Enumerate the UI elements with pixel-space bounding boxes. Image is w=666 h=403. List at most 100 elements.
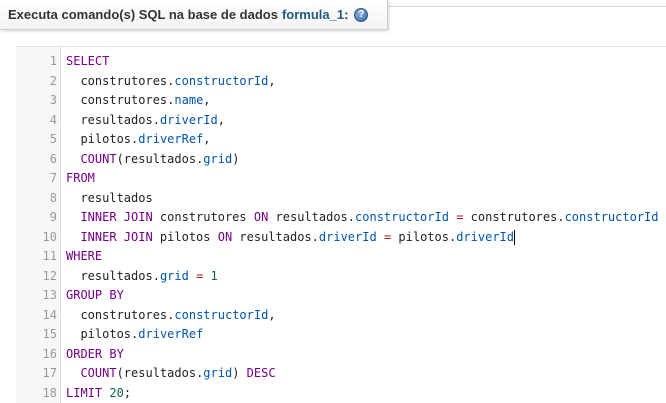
code-text: resultados.grid = 1 — [66, 267, 218, 287]
line-number: 12 — [42, 268, 57, 283]
code-token: ON — [253, 210, 269, 224]
line-number: 6 — [49, 151, 57, 166]
code-token: . — [347, 210, 356, 224]
code-line[interactable]: 12 resultados.grid = 1 — [16, 267, 666, 287]
code-token: construtores — [152, 210, 254, 224]
code-token: FROM — [66, 171, 95, 185]
code-text: pilotos.driverRef — [66, 325, 203, 345]
code-token: ON — [217, 229, 233, 244]
code-token: ) — [232, 366, 247, 380]
code-line[interactable]: 11 WHERE — [16, 247, 666, 267]
code-text: INNER JOIN construtores ON resultados.co… — [66, 208, 658, 228]
line-number: 18 — [42, 385, 57, 400]
code-token: . — [311, 229, 319, 244]
code-line[interactable]: 17 COUNT(resultados.grid) DESC — [16, 364, 666, 384]
code-text: COUNT(resultados.grid) — [66, 150, 239, 170]
code-token: . — [152, 112, 160, 127]
code-token: ORDER BY — [66, 346, 124, 361]
code-line[interactable]: 5 pilotos.driverRef, — [16, 130, 666, 150]
line-number: 15 — [42, 327, 57, 341]
code-token: WHERE — [66, 249, 103, 263]
code-token: driverRef — [138, 327, 204, 341]
code-text: resultados.driverId, — [66, 111, 225, 131]
code-token: driverId — [318, 229, 377, 244]
text-cursor — [514, 229, 515, 245]
code-line[interactable]: 7 FROM — [16, 169, 666, 189]
database-link[interactable]: formula_1 — [282, 7, 344, 22]
code-text: SELECT — [66, 52, 109, 72]
code-line[interactable]: 13 GROUP BY — [16, 286, 666, 306]
code-text: construtores.constructorId, — [66, 306, 276, 326]
line-number: 8 — [49, 190, 57, 205]
line-number: 7 — [49, 171, 57, 185]
code-text: resultados — [66, 189, 152, 209]
code-text: FROM — [66, 169, 95, 189]
code-token: . — [557, 210, 565, 224]
code-token: name — [174, 93, 204, 107]
line-number: 14 — [42, 307, 57, 322]
code-token: constructorId — [355, 210, 449, 224]
code-line[interactable]: 16 ORDER BY — [16, 345, 666, 365]
code-text: construtores.constructorId, — [66, 72, 276, 92]
code-line[interactable]: 2 construtores.constructorId, — [16, 72, 666, 92]
code-token: pilotos — [391, 229, 449, 244]
code-token: (resultados — [116, 366, 197, 380]
code-token: , — [268, 73, 276, 88]
code-line[interactable]: 9 INNER JOIN construtores ON resultados.… — [16, 208, 666, 228]
code-token: constructorId — [174, 73, 269, 88]
line-number: 2 — [49, 73, 57, 88]
code-token: grid — [203, 151, 233, 166]
code-token: INNER JOIN — [66, 229, 153, 244]
code-text: WHERE — [66, 247, 102, 267]
help-glyph: ? — [358, 8, 365, 20]
code-line[interactable]: 8 resultados — [16, 189, 666, 209]
code-token: SELECT — [66, 54, 110, 68]
code-token: COUNT — [66, 151, 117, 166]
code-token: , — [268, 307, 276, 322]
line-number: 10 — [42, 229, 57, 244]
code-token: COUNT — [66, 366, 117, 380]
code-token: , — [203, 93, 211, 107]
line-number: 5 — [49, 132, 57, 146]
line-number: 4 — [49, 112, 57, 127]
code-token: pilotos — [152, 229, 218, 244]
code-token: (resultados — [116, 151, 197, 166]
code-token: INNER JOIN — [66, 210, 153, 224]
code-token: driverRef — [138, 132, 204, 146]
code-token: resultados — [268, 210, 348, 224]
code-token: driverId — [159, 112, 218, 127]
code-token: LIMIT — [66, 385, 103, 400]
code-text: construtores.name, — [66, 91, 211, 111]
code-text: INNER JOIN pilotos ON resultados.driverI… — [66, 228, 515, 248]
header-divider — [388, 6, 666, 7]
sql-query-page: Executa comando(s) SQL na base de dados … — [0, 0, 666, 403]
help-icon[interactable]: ? — [354, 7, 369, 22]
code-line[interactable]: 14 construtores.constructorId, — [16, 306, 666, 326]
code-text: ORDER BY — [66, 345, 124, 365]
code-line[interactable]: 15 pilotos.driverRef — [16, 325, 666, 345]
sql-tab-header: Executa comando(s) SQL na base de dados … — [0, 0, 388, 30]
code-token: , — [217, 112, 225, 127]
code-text: LIMIT 20; — [66, 384, 131, 403]
code-line[interactable]: 10 INNER JOIN pilotos ON resultados.driv… — [16, 228, 666, 248]
code-line[interactable]: 3 construtores.name, — [16, 91, 666, 111]
code-line[interactable]: 4 resultados.driverId, — [16, 111, 666, 131]
code-token: ) — [232, 151, 240, 166]
code-token: pilotos — [66, 132, 132, 146]
code-text: COUNT(resultados.grid) DESC — [66, 364, 275, 384]
line-number: 13 — [42, 288, 57, 302]
code-line[interactable]: 6 COUNT(resultados.grid) — [16, 150, 666, 170]
code-token: ; — [123, 385, 132, 400]
sql-editor[interactable]: 1 SELECT 2 construtores.constructorId, 3 co… — [16, 46, 666, 403]
code-token: construtores — [66, 73, 168, 88]
line-number: 16 — [42, 346, 57, 361]
code-token: construtores — [463, 210, 558, 224]
code-lines: 1 SELECT 2 construtores.constructorId, 3 co… — [16, 52, 666, 403]
code-token: 1 — [210, 268, 218, 283]
code-line[interactable]: 1 SELECT — [16, 52, 666, 72]
code-line[interactable]: 18 LIMIT 20; — [16, 384, 666, 403]
line-number: 1 — [49, 54, 57, 68]
code-token: grid — [203, 366, 233, 380]
